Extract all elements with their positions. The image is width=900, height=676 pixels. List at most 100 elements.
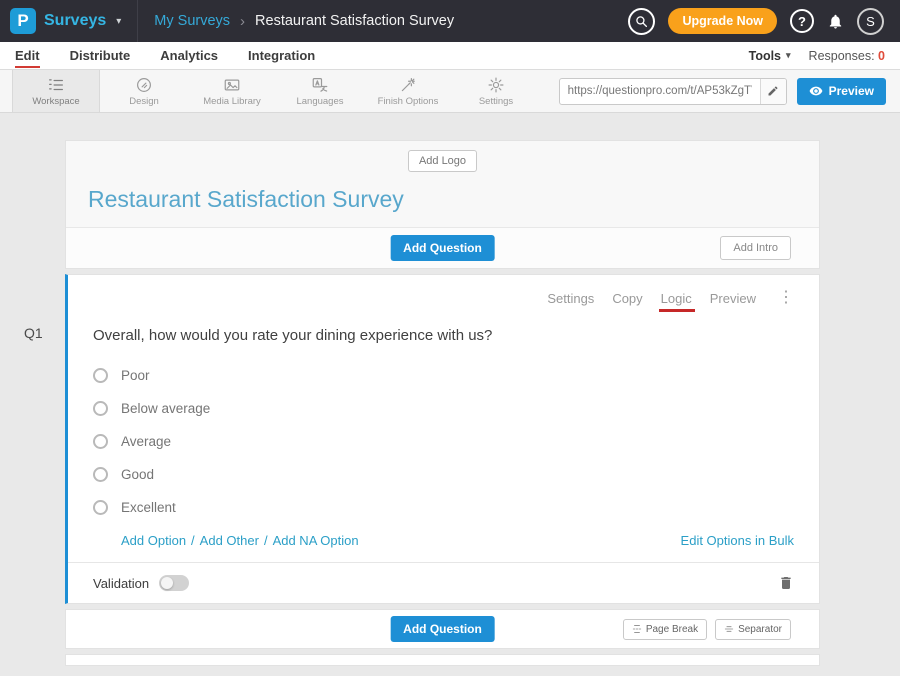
trash-icon <box>778 575 794 591</box>
toolbar-item-finish-options[interactable]: Finish Options <box>364 70 452 112</box>
add-other-link[interactable]: Add Other <box>200 533 259 548</box>
page-break-label: Page Break <box>646 624 698 635</box>
validation-label: Validation <box>93 576 149 591</box>
responses-label: Responses: <box>809 49 875 63</box>
survey-header-block: Add Logo Restaurant Satisfaction Survey … <box>65 140 820 269</box>
survey-title[interactable]: Restaurant Satisfaction Survey <box>88 186 797 213</box>
option-row-below-average[interactable]: Below average <box>93 401 794 416</box>
toolbar-item-label: Languages <box>296 96 343 107</box>
edit-url-button[interactable] <box>760 79 786 104</box>
responses-count: 0 <box>878 49 885 63</box>
notifications-button[interactable] <box>827 13 844 30</box>
logo-letter: P <box>17 11 28 31</box>
validation-toggle[interactable] <box>159 575 189 591</box>
option-links-row: Add Option / Add Other / Add NA Option E… <box>93 533 794 548</box>
brand-menu[interactable]: P Surveys ▾ <box>10 8 121 34</box>
divider <box>137 0 138 42</box>
separator-icon <box>724 624 734 634</box>
breadcrumb: My Surveys › Restaurant Satisfaction Sur… <box>154 13 454 30</box>
option-row-excellent[interactable]: Excellent <box>93 500 794 515</box>
page-break-icon <box>632 624 642 634</box>
media-library-icon <box>223 76 241 94</box>
add-na-option-link[interactable]: Add NA Option <box>273 533 359 548</box>
preview-button[interactable]: Preview <box>797 78 886 105</box>
topbar: P Surveys ▾ My Surveys › Restaurant Sati… <box>0 0 900 42</box>
question-card: Settings Copy Logic Preview ⋮ Overall, h… <box>65 274 820 604</box>
survey-editor-canvas: Q1 Add Logo Restaurant Satisfaction Surv… <box>0 113 900 676</box>
question-copy-link[interactable]: Copy <box>612 291 642 306</box>
toolbar-item-workspace[interactable]: Workspace <box>12 70 100 112</box>
help-button[interactable]: ? <box>790 9 814 33</box>
survey-url-input[interactable] <box>560 85 760 97</box>
upgrade-now-button[interactable]: Upgrade Now <box>668 8 777 34</box>
toolbar-item-label: Workspace <box>32 96 79 107</box>
question-preview-link[interactable]: Preview <box>710 291 756 306</box>
option-label: Good <box>121 467 154 482</box>
toolbar-item-settings[interactable]: Settings <box>452 70 540 112</box>
delete-question-button[interactable] <box>778 575 794 591</box>
survey-url-group <box>559 78 787 105</box>
avatar[interactable]: S <box>857 8 884 35</box>
option-row-average[interactable]: Average <box>93 434 794 449</box>
more-options-icon[interactable]: ⋮ <box>778 290 794 306</box>
search-button[interactable] <box>628 8 655 35</box>
search-icon <box>635 15 648 28</box>
option-label: Average <box>121 434 171 449</box>
chevron-down-icon: ▾ <box>786 50 791 61</box>
breadcrumb-my-surveys[interactable]: My Surveys <box>154 13 230 29</box>
question-logic-wrap: Logic <box>661 291 692 306</box>
option-label: Excellent <box>121 500 176 515</box>
preview-label: Preview <box>829 84 874 98</box>
radio-icon[interactable] <box>93 368 108 383</box>
link-separator: / <box>191 533 195 548</box>
add-question-button[interactable]: Add Question <box>390 235 495 261</box>
question-actions: Settings Copy Logic Preview ⋮ <box>93 289 794 307</box>
finish-options-icon <box>399 76 417 94</box>
link-separator: / <box>264 533 268 548</box>
radio-icon[interactable] <box>93 500 108 515</box>
option-row-poor[interactable]: Poor <box>93 368 794 383</box>
survey-nav: Edit Distribute Analytics Integration To… <box>0 42 900 70</box>
radio-icon[interactable] <box>93 401 108 416</box>
toolbar-item-label: Design <box>129 96 159 107</box>
radio-icon[interactable] <box>93 434 108 449</box>
toolbar-right: Preview <box>559 70 900 112</box>
radio-icon[interactable] <box>93 467 108 482</box>
edit-options-in-bulk-link[interactable]: Edit Options in Bulk <box>681 533 794 548</box>
question-text[interactable]: Overall, how would you rate your dining … <box>93 327 794 344</box>
toolbar-item-media-library[interactable]: Media Library <box>188 70 276 112</box>
toolbar-item-languages[interactable]: Languages <box>276 70 364 112</box>
logic-red-underline-annotation <box>659 309 695 312</box>
answer-options: Poor Below average Average Good Excellen… <box>93 368 794 515</box>
tools-label: Tools <box>749 49 781 63</box>
add-option-link[interactable]: Add Option <box>121 533 186 548</box>
pencil-icon <box>767 85 779 97</box>
option-label: Below average <box>121 401 210 416</box>
next-section-partial <box>65 654 820 666</box>
question-settings-link[interactable]: Settings <box>547 291 594 306</box>
separator-button[interactable]: Separator <box>715 619 791 640</box>
add-logo-button[interactable]: Add Logo <box>408 150 477 172</box>
tab-integration[interactable]: Integration <box>248 43 315 68</box>
add-question-button-bottom[interactable]: Add Question <box>390 616 495 642</box>
tab-distribute[interactable]: Distribute <box>70 43 131 68</box>
page-break-button[interactable]: Page Break <box>623 619 707 640</box>
eye-icon <box>809 84 823 98</box>
survey-head-area: Add Logo Restaurant Satisfaction Survey <box>66 141 819 227</box>
question-logic-link[interactable]: Logic <box>661 291 692 306</box>
option-row-good[interactable]: Good <box>93 467 794 482</box>
editor-toolbar: Workspace Design Media Library Languages… <box>0 70 900 113</box>
add-question-row-top: Add Question Add Intro <box>66 227 819 268</box>
responses-counter[interactable]: Responses: 0 <box>809 49 885 63</box>
questionpro-logo-icon: P <box>10 8 36 34</box>
add-question-row-bottom: Add Question Page Break Separator <box>65 609 820 649</box>
chevron-down-icon: ▾ <box>116 16 121 27</box>
toolbar-item-design[interactable]: Design <box>100 70 188 112</box>
languages-icon <box>311 76 329 94</box>
tools-menu[interactable]: Tools ▾ <box>749 49 791 63</box>
footer-buttons: Page Break Separator <box>623 619 791 640</box>
add-intro-button[interactable]: Add Intro <box>720 236 791 260</box>
survey-card: Add Logo Restaurant Satisfaction Survey … <box>65 140 820 671</box>
tab-analytics[interactable]: Analytics <box>160 43 218 68</box>
tab-edit[interactable]: Edit <box>15 43 40 68</box>
